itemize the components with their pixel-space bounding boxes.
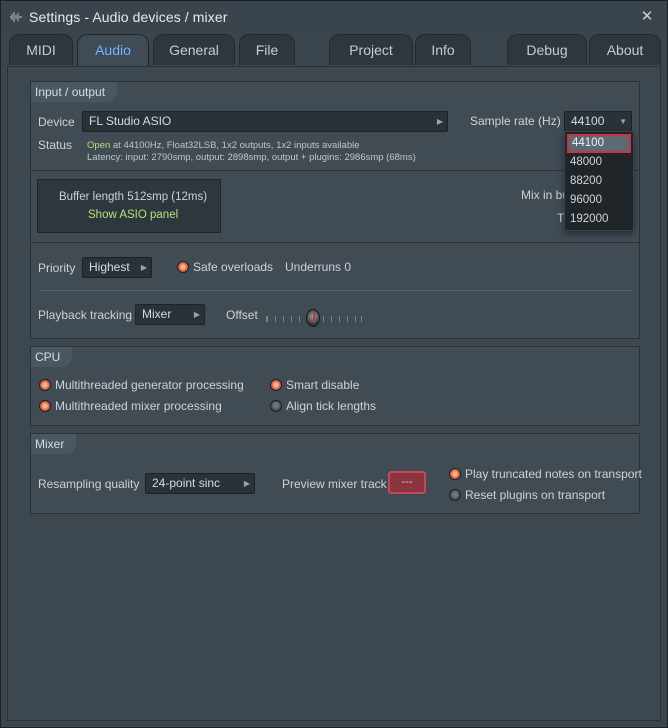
sample-rate-select[interactable]: 44100 ▼ xyxy=(564,111,632,132)
align-tick-lengths-radio[interactable] xyxy=(270,400,282,412)
divider xyxy=(31,242,641,243)
safe-overloads-radio[interactable] xyxy=(177,261,189,273)
cpu-title: CPU xyxy=(31,347,73,367)
align-tick-lengths-label: Align tick lengths xyxy=(286,399,377,413)
tab-file[interactable]: File xyxy=(239,34,295,65)
mix-in-buffer-label: Mix in bu xyxy=(521,188,570,202)
resampling-quality-value: 24-point sinc xyxy=(152,476,221,490)
sample-rate-label: Sample rate (Hz) xyxy=(470,114,561,128)
chevron-right-icon: ▶ xyxy=(243,479,250,488)
play-truncated-notes-label: Play truncated notes on transport xyxy=(465,467,642,481)
resampling-quality-label: Resampling quality xyxy=(38,477,140,491)
chevron-right-icon: ▶ xyxy=(140,263,147,272)
audio-settings-panel: Input / output Device FL Studio ASIO ▶ S… xyxy=(7,66,661,721)
sample-rate-option-96000[interactable]: 96000 xyxy=(567,191,631,210)
priority-value: Highest xyxy=(89,260,130,274)
multithreaded-generator-label: Multithreaded generator processing xyxy=(55,378,244,392)
multithreaded-mixer-label: Multithreaded mixer processing xyxy=(55,399,222,413)
preview-mixer-track-button[interactable]: --- xyxy=(388,471,426,494)
title-bar: Settings - Audio devices / mixer ✕ xyxy=(1,1,667,34)
priority-label: Priority xyxy=(38,261,76,275)
sample-rate-dropdown: 44100 48000 88200 96000 192000 xyxy=(564,131,634,231)
buffer-panel[interactable]: Buffer length 512smp (12ms) Show ASIO pa… xyxy=(37,179,221,233)
buffer-length-label: Buffer length 512smp (12ms) xyxy=(59,191,208,203)
tab-about[interactable]: About xyxy=(589,34,661,65)
device-select[interactable]: FL Studio ASIO ▶ xyxy=(82,111,448,132)
sample-rate-option-192000[interactable]: 192000 xyxy=(567,210,631,229)
slider-knob[interactable] xyxy=(306,309,320,327)
settings-waveform-icon xyxy=(10,12,22,22)
playback-tracking-label: Playback tracking xyxy=(38,308,133,322)
status-open: Open xyxy=(87,140,111,151)
show-asio-panel-link[interactable]: Show ASIO panel xyxy=(88,209,178,221)
reset-plugins-radio[interactable] xyxy=(449,489,461,501)
status-line-2: Latency: input: 2790smp, output: 2898smp… xyxy=(87,152,416,163)
preview-mixer-track-label: Preview mixer track xyxy=(282,477,387,491)
input-output-group: Input / output Device FL Studio ASIO ▶ S… xyxy=(30,81,641,339)
multithreaded-mixer-radio[interactable] xyxy=(39,400,51,412)
sample-rate-value: 44100 xyxy=(571,114,605,128)
tab-debug[interactable]: Debug xyxy=(507,34,587,65)
playback-tracking-value: Mixer xyxy=(142,307,172,321)
tab-project[interactable]: Project xyxy=(329,34,413,65)
chevron-right-icon: ▶ xyxy=(436,117,443,126)
device-label: Device xyxy=(38,115,75,129)
tab-bar: MIDI Audio General File Project Info Deb… xyxy=(1,34,667,66)
playback-tracking-select[interactable]: Mixer ▶ xyxy=(135,304,205,325)
mixer-title: Mixer xyxy=(31,434,77,454)
tab-general[interactable]: General xyxy=(153,34,235,65)
play-truncated-notes-radio[interactable] xyxy=(449,468,461,480)
sample-rate-option-44100[interactable]: 44100 xyxy=(567,134,631,153)
chevron-down-icon: ▼ xyxy=(619,117,627,126)
resampling-quality-select[interactable]: 24-point sinc ▶ xyxy=(145,473,255,494)
status-label: Status xyxy=(38,138,73,152)
sample-rate-option-88200[interactable]: 88200 xyxy=(567,172,631,191)
chevron-right-icon: ▶ xyxy=(193,310,200,319)
device-value: FL Studio ASIO xyxy=(89,114,172,128)
offset-slider[interactable] xyxy=(266,309,362,327)
tab-audio[interactable]: Audio xyxy=(77,34,149,66)
multithreaded-generator-radio[interactable] xyxy=(39,379,51,391)
priority-select[interactable]: Highest ▶ xyxy=(82,257,152,278)
close-button[interactable]: ✕ xyxy=(637,7,657,27)
window-title: Settings - Audio devices / mixer xyxy=(29,9,228,25)
cpu-group: CPU Multithreaded generator processing M… xyxy=(30,346,640,426)
safe-overloads-label: Safe overloads xyxy=(193,260,274,274)
settings-window: Settings - Audio devices / mixer ✕ MIDI … xyxy=(0,0,668,728)
sample-rate-option-48000[interactable]: 48000 xyxy=(567,153,631,172)
status-detail: at 44100Hz, Float32LSB, 1x2 outputs, 1x2… xyxy=(110,140,360,151)
divider xyxy=(31,170,641,171)
smart-disable-label: Smart disable xyxy=(286,378,360,392)
reset-plugins-label: Reset plugins on transport xyxy=(465,488,606,502)
status-line-1: Open at 44100Hz, Float32LSB, 1x2 outputs… xyxy=(87,140,360,151)
input-output-title: Input / output xyxy=(31,82,118,102)
divider xyxy=(39,290,633,291)
offset-label: Offset xyxy=(226,308,258,322)
tab-midi[interactable]: MIDI xyxy=(9,34,73,65)
smart-disable-radio[interactable] xyxy=(270,379,282,391)
underruns-label: Underruns 0 xyxy=(285,260,352,274)
mixer-group: Mixer Resampling quality 24-point sinc ▶… xyxy=(30,433,642,514)
tab-info[interactable]: Info xyxy=(415,34,471,65)
